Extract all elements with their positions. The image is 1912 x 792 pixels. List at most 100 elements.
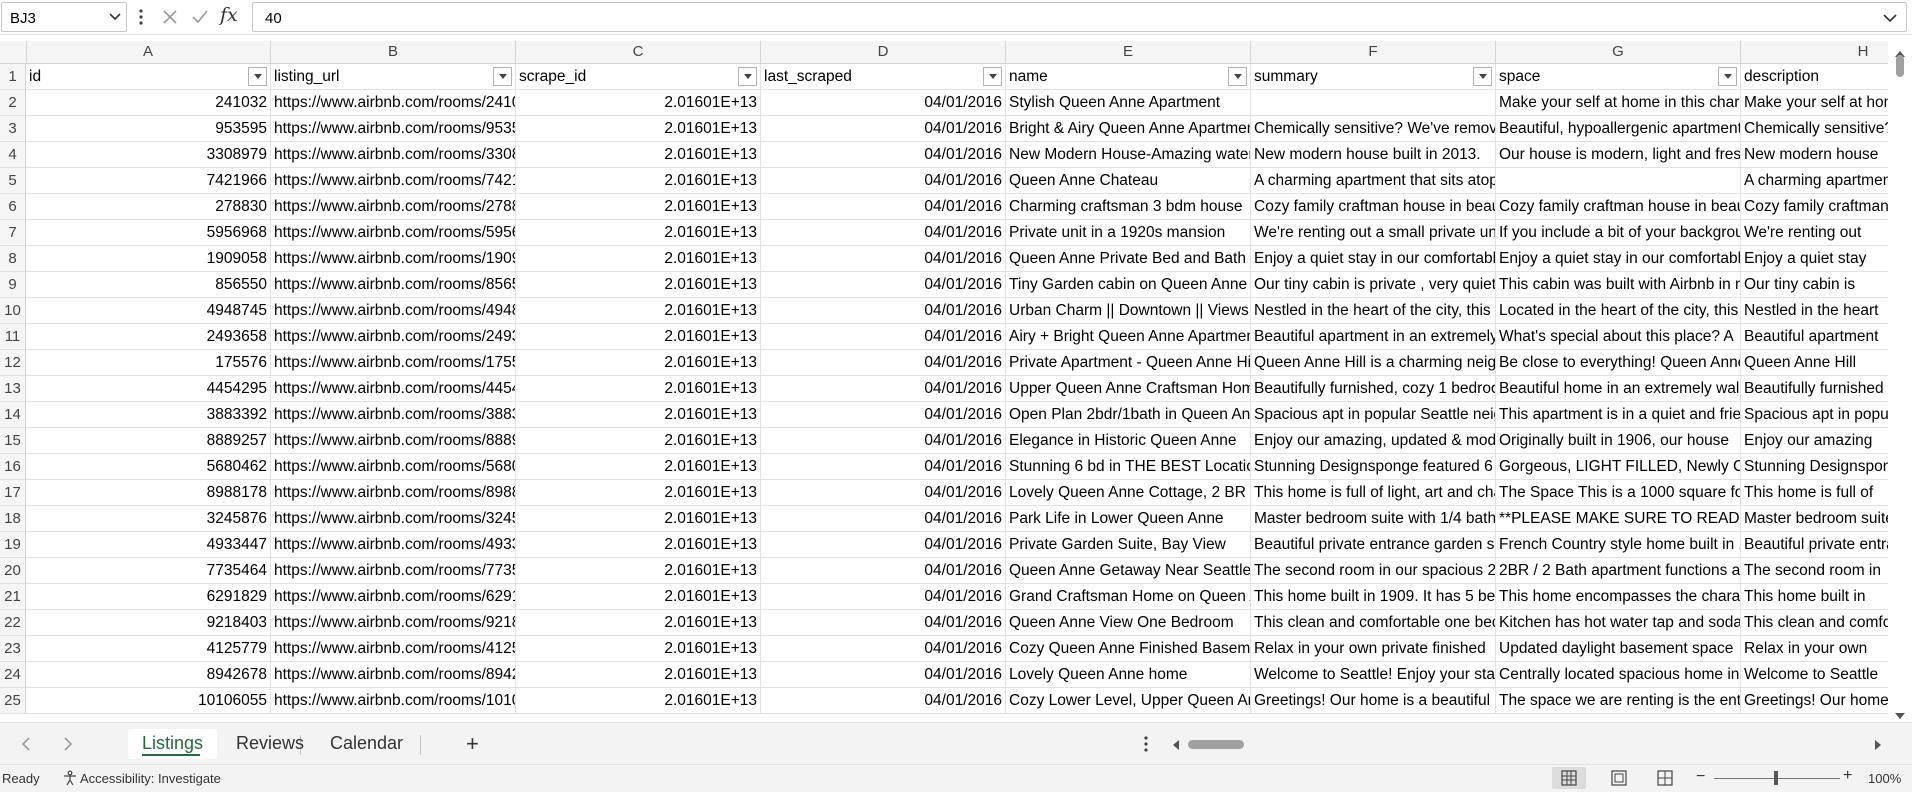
cell-last-scraped[interactable]: 04/01/2016 — [761, 662, 1006, 688]
cell-listing-url[interactable]: https://www.airbnb.com/rooms/10106055 — [271, 688, 516, 714]
cell-last-scraped[interactable]: 04/01/2016 — [761, 454, 1006, 480]
cell-summary[interactable]: Greetings! Our home is a beautiful — [1251, 688, 1496, 714]
cell-listing-url[interactable]: https://www.airbnb.com/rooms/1909058 — [271, 246, 516, 272]
worksheet-grid[interactable]: ABCDEFGH 1 id listing_url scrape_id last_scr… — [0, 41, 1888, 721]
cell-summary[interactable]: Stunning Designsponge featured 6 bd — [1251, 454, 1496, 480]
row-header[interactable]: 25 — [0, 688, 26, 714]
cell-scrape-id[interactable]: 2.01601E+13 — [516, 532, 761, 558]
cell-last-scraped[interactable]: 04/01/2016 — [761, 532, 1006, 558]
header-cell-space[interactable]: space — [1496, 64, 1741, 90]
header-cell-scrape-id[interactable]: scrape_id — [516, 64, 761, 90]
cell-description[interactable]: We're renting out — [1741, 220, 1888, 246]
cell-name[interactable]: Upper Queen Anne Craftsman Home — [1006, 376, 1251, 402]
cell-id[interactable]: 4948745 — [26, 298, 271, 324]
cell-name[interactable]: Queen Anne Private Bed and Bath — [1006, 246, 1251, 272]
row-header[interactable]: 11 — [0, 324, 26, 350]
cell-scrape-id[interactable]: 2.01601E+13 — [516, 584, 761, 610]
check-icon[interactable] — [190, 7, 210, 32]
header-cell-name[interactable]: name — [1006, 64, 1251, 90]
zoom-in-button[interactable]: + — [1843, 767, 1852, 785]
row-header[interactable]: 1 — [0, 64, 26, 90]
cell-space[interactable]: Located in the heart of the city, this — [1496, 298, 1741, 324]
cell-name[interactable]: Bright & Airy Queen Anne Apartment — [1006, 116, 1251, 142]
cell-space[interactable]: 2BR / 2 Bath apartment functions as — [1496, 558, 1741, 584]
cell-last-scraped[interactable]: 04/01/2016 — [761, 584, 1006, 610]
cell-listing-url[interactable]: https://www.airbnb.com/rooms/3883392 — [271, 402, 516, 428]
cell-space[interactable]: Beautiful, hypoallergenic apartment — [1496, 116, 1741, 142]
cell-summary[interactable]: Relax in your own private finished — [1251, 636, 1496, 662]
row-header[interactable]: 14 — [0, 402, 26, 428]
cell-listing-url[interactable]: https://www.airbnb.com/rooms/8889257 — [271, 428, 516, 454]
cell-scrape-id[interactable]: 2.01601E+13 — [516, 688, 761, 714]
cell-description[interactable]: Cozy family craftman — [1741, 194, 1888, 220]
row-header[interactable]: 13 — [0, 376, 26, 402]
cell-space[interactable]: This home encompasses the character — [1496, 584, 1741, 610]
cell-last-scraped[interactable]: 04/01/2016 — [761, 428, 1006, 454]
cell-last-scraped[interactable]: 04/01/2016 — [761, 636, 1006, 662]
accessibility-status[interactable]: Accessibility: Investigate — [80, 771, 221, 786]
cell-id[interactable]: 6291829 — [26, 584, 271, 610]
cell-listing-url[interactable]: https://www.airbnb.com/rooms/3245876 — [271, 506, 516, 532]
chevron-down-icon[interactable] — [108, 9, 122, 28]
cell-summary[interactable]: Enjoy our amazing, updated & modern — [1251, 428, 1496, 454]
cell-scrape-id[interactable]: 2.01601E+13 — [516, 662, 761, 688]
cell-name[interactable]: Lovely Queen Anne home — [1006, 662, 1251, 688]
cell-name[interactable]: Stunning 6 bd in THE BEST Location — [1006, 454, 1251, 480]
cell-description[interactable]: Spacious apt in popular — [1741, 402, 1888, 428]
cell-id[interactable]: 7735464 — [26, 558, 271, 584]
cell-last-scraped[interactable]: 04/01/2016 — [761, 688, 1006, 714]
cell-last-scraped[interactable]: 04/01/2016 — [761, 506, 1006, 532]
cell-scrape-id[interactable]: 2.01601E+13 — [516, 428, 761, 454]
row-header[interactable]: 12 — [0, 350, 26, 376]
cell-listing-url[interactable]: https://www.airbnb.com/rooms/7735464 — [271, 558, 516, 584]
cell-name[interactable]: Grand Craftsman Home on Queen Anne — [1006, 584, 1251, 610]
cell-last-scraped[interactable]: 04/01/2016 — [761, 220, 1006, 246]
cell-scrape-id[interactable]: 2.01601E+13 — [516, 142, 761, 168]
cell-last-scraped[interactable]: 04/01/2016 — [761, 558, 1006, 584]
cell-listing-url[interactable]: https://www.airbnb.com/rooms/5956968 — [271, 220, 516, 246]
cell-space[interactable]: This cabin was built with Airbnb in mind — [1496, 272, 1741, 298]
header-cell-id[interactable]: id — [26, 64, 271, 90]
cell-listing-url[interactable]: https://www.airbnb.com/rooms/4125779 — [271, 636, 516, 662]
name-box[interactable]: BJ3 — [1, 2, 127, 32]
cell-last-scraped[interactable]: 04/01/2016 — [761, 90, 1006, 116]
cell-last-scraped[interactable]: 04/01/2016 — [761, 324, 1006, 350]
row-header[interactable]: 16 — [0, 454, 26, 480]
cell-last-scraped[interactable]: 04/01/2016 — [761, 610, 1006, 636]
cell-last-scraped[interactable]: 04/01/2016 — [761, 298, 1006, 324]
filter-dropdown-icon[interactable] — [983, 67, 1002, 86]
cell-name[interactable]: Charming craftsman 3 bdm house — [1006, 194, 1251, 220]
chevron-down-icon[interactable] — [1882, 10, 1898, 31]
cell-listing-url[interactable]: https://www.airbnb.com/rooms/4454295 — [271, 376, 516, 402]
cell-space[interactable]: French Country style home built in 1908 — [1496, 532, 1741, 558]
cell-id[interactable]: 10106055 — [26, 688, 271, 714]
row-header[interactable]: 20 — [0, 558, 26, 584]
cell-description[interactable]: Enjoy our amazing — [1741, 428, 1888, 454]
cell-last-scraped[interactable]: 04/01/2016 — [761, 402, 1006, 428]
cell-scrape-id[interactable]: 2.01601E+13 — [516, 610, 761, 636]
cell-description[interactable]: Beautiful private entrance — [1741, 532, 1888, 558]
horizontal-scroll-thumb[interactable] — [1188, 740, 1244, 749]
cell-id[interactable]: 2493658 — [26, 324, 271, 350]
cell-scrape-id[interactable]: 2.01601E+13 — [516, 402, 761, 428]
row-header[interactable]: 24 — [0, 662, 26, 688]
cell-description[interactable]: Make your self at home — [1741, 90, 1888, 116]
cell-summary[interactable]: Beautifully furnished, cozy 1 bedroom — [1251, 376, 1496, 402]
cell-listing-url[interactable]: https://www.airbnb.com/rooms/6291829 — [271, 584, 516, 610]
cell-name[interactable]: Lovely Queen Anne Cottage, 2 BR — [1006, 480, 1251, 506]
column-header-c[interactable]: C — [516, 41, 761, 63]
cancel-icon[interactable] — [160, 7, 180, 32]
cell-description[interactable]: The second room in — [1741, 558, 1888, 584]
cell-space[interactable]: Centrally located spacious home in — [1496, 662, 1741, 688]
more-options-icon[interactable] — [133, 6, 149, 28]
cell-listing-url[interactable]: https://www.airbnb.com/rooms/241032 — [271, 90, 516, 116]
cell-description[interactable]: Greetings! Our home — [1741, 688, 1888, 714]
tab-reviews[interactable]: Reviews — [222, 729, 318, 759]
cell-description[interactable]: Nestled in the heart — [1741, 298, 1888, 324]
cell-scrape-id[interactable]: 2.01601E+13 — [516, 376, 761, 402]
filter-dropdown-icon[interactable] — [1473, 67, 1492, 86]
cell-summary[interactable]: Our tiny cabin is private , very quiet — [1251, 272, 1496, 298]
horizontal-scrollbar[interactable] — [1170, 731, 1882, 757]
cell-last-scraped[interactable]: 04/01/2016 — [761, 350, 1006, 376]
cell-id[interactable]: 856550 — [26, 272, 271, 298]
